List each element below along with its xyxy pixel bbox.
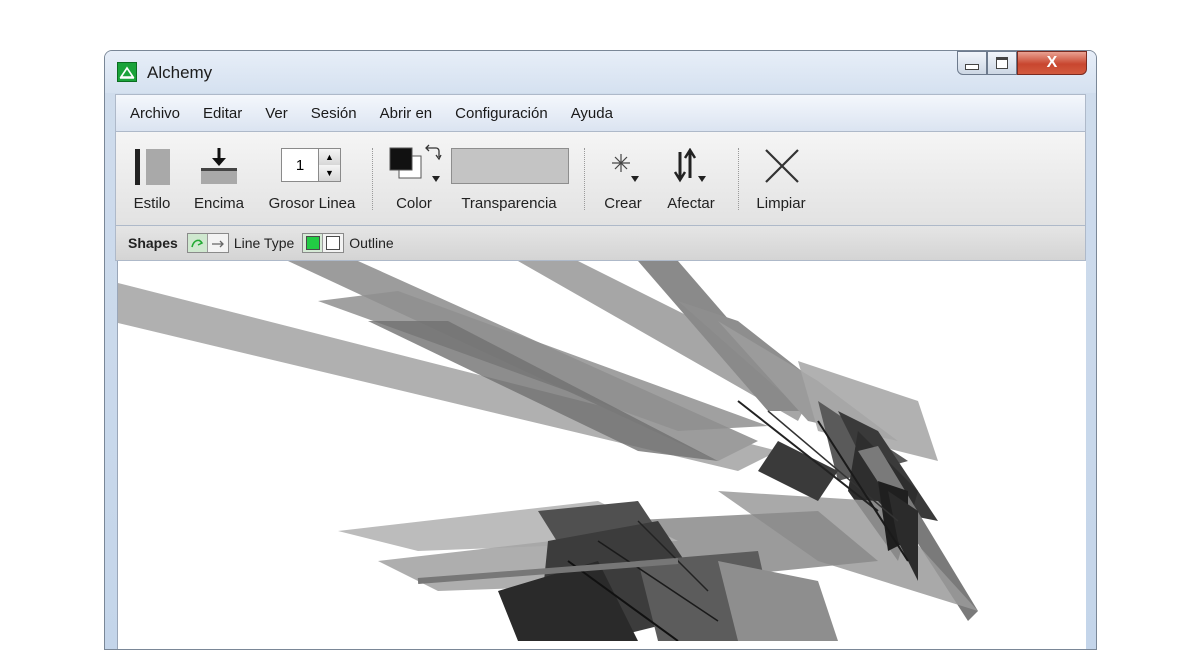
menu-sesion[interactable]: Sesión <box>311 105 357 122</box>
title-bar[interactable]: Alchemy X <box>105 51 1096 93</box>
line-type-straight-icon[interactable] <box>208 234 228 252</box>
encima-tool[interactable]: Encima <box>192 132 246 225</box>
menu-bar: Archivo Editar Ver Sesión Abrir en Confi… <box>115 94 1086 132</box>
grosor-tool: 1 ▲ ▼ Grosor Linea <box>262 132 362 225</box>
afectar-tool[interactable]: Afectar <box>660 132 722 225</box>
menu-editar[interactable]: Editar <box>203 105 242 122</box>
line-type-label: Line Type <box>233 235 295 251</box>
outline-icon[interactable] <box>303 234 324 252</box>
menu-ver[interactable]: Ver <box>265 105 288 122</box>
menu-ayuda[interactable]: Ayuda <box>571 105 613 122</box>
line-type-toggle[interactable] <box>186 233 229 253</box>
separator <box>584 148 585 210</box>
toolbar: Estilo Encima 1 ▲ ▼ Grosor Linea Color T… <box>115 132 1086 225</box>
swap-colors-icon[interactable] <box>424 144 442 162</box>
color-tool[interactable]: Color <box>384 132 444 225</box>
transparencia-label: Transparencia <box>461 195 557 212</box>
style-tool[interactable]: Estilo <box>130 132 174 225</box>
window-controls: X <box>957 51 1087 77</box>
line-type-icon[interactable] <box>187 234 208 252</box>
outline-label: Outline <box>349 235 394 251</box>
window-title: Alchemy <box>147 63 213 82</box>
outline-toggle[interactable] <box>302 233 345 253</box>
grosor-label: Grosor Linea <box>268 195 356 212</box>
menu-abrir-en[interactable]: Abrir en <box>380 105 433 122</box>
grosor-stepper[interactable]: 1 ▲ ▼ <box>281 148 341 182</box>
shapes-bar: Shapes Line Type Outline <box>115 225 1086 261</box>
separator <box>738 148 739 210</box>
abstract-drawing <box>118 261 978 642</box>
crear-icon <box>612 154 639 182</box>
stepper-up-icon[interactable]: ▲ <box>318 149 340 166</box>
style-icon <box>135 149 170 185</box>
encima-icon <box>201 148 237 184</box>
outline-empty-icon[interactable] <box>323 234 343 252</box>
crear-tool[interactable]: Crear <box>600 132 646 225</box>
limpiar-label: Limpiar <box>756 195 806 212</box>
menu-archivo[interactable]: Archivo <box>130 105 180 122</box>
limpiar-tool[interactable]: Limpiar <box>750 132 812 225</box>
grosor-value[interactable]: 1 <box>282 157 318 174</box>
maximize-button[interactable] <box>987 51 1017 75</box>
menu-configuracion[interactable]: Configuración <box>455 105 548 122</box>
afectar-icon <box>673 148 706 183</box>
close-button[interactable]: X <box>1017 51 1087 75</box>
separator <box>372 148 373 210</box>
app-icon <box>117 62 137 82</box>
close-icon: X <box>1046 54 1058 71</box>
encima-label: Encima <box>193 195 245 212</box>
stepper-down-icon[interactable]: ▼ <box>318 165 340 181</box>
color-label: Color <box>396 195 432 212</box>
drawing-canvas[interactable] <box>117 261 1086 649</box>
crear-label: Crear <box>604 195 642 212</box>
shapes-title: Shapes <box>128 235 178 251</box>
afectar-label: Afectar <box>667 195 715 212</box>
transparencia-tool: Transparencia <box>448 132 570 225</box>
limpiar-icon <box>765 149 799 183</box>
minimize-icon <box>965 64 979 70</box>
alchemy-window: Alchemy X Archivo Editar Ver Sesión Abri… <box>104 50 1097 650</box>
maximize-icon <box>996 57 1008 69</box>
style-label: Estilo <box>133 195 171 212</box>
transparencia-slider[interactable] <box>451 148 569 184</box>
minimize-button[interactable] <box>957 51 987 75</box>
